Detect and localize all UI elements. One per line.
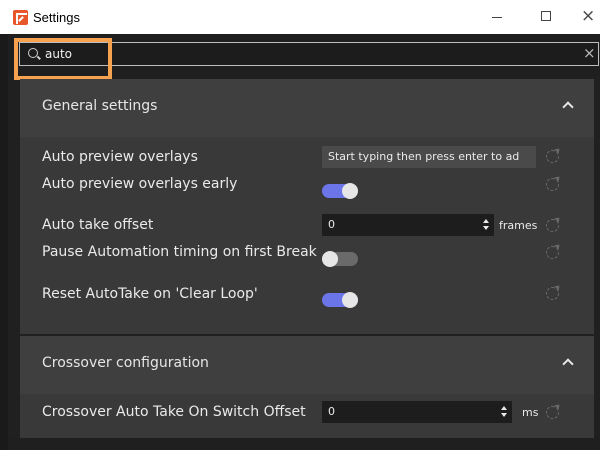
maximize-icon: [541, 11, 551, 21]
panel-title: General settings: [42, 98, 158, 114]
unit-label: frames: [499, 219, 538, 232]
general-settings-header[interactable]: General settings: [20, 79, 594, 137]
setting-label: Auto take offset: [42, 217, 154, 233]
bottom-edge: [8, 438, 600, 450]
chevron-up-icon[interactable]: [562, 358, 574, 370]
reset-icon[interactable]: [546, 150, 559, 163]
toggle-knob: [342, 183, 358, 199]
spinner-arrows-icon[interactable]: [483, 219, 489, 231]
number-value: 0: [328, 405, 335, 418]
close-icon: ×: [581, 6, 596, 26]
reset-icon[interactable]: [546, 287, 559, 300]
setting-label: Auto preview overlays early: [42, 176, 238, 192]
offset-number-input[interactable]: 0: [322, 214, 494, 236]
toggle-switch[interactable]: [322, 251, 358, 267]
setting-label: Crossover Auto Take On Switch Offset: [42, 404, 306, 420]
toggle-switch[interactable]: [322, 183, 358, 199]
number-value: 0: [328, 218, 335, 231]
reset-icon[interactable]: [546, 219, 559, 232]
maximize-button[interactable]: [523, 0, 569, 34]
overlay-text-input[interactable]: Start typing then press enter to ad: [322, 146, 536, 168]
crossover-offset-input[interactable]: 0: [322, 401, 512, 423]
crossover-configuration-header[interactable]: Crossover configuration: [20, 336, 594, 394]
title-bar: Settings ×: [0, 0, 600, 34]
search-input[interactable]: [45, 45, 545, 63]
setting-label: Reset AutoTake on 'Clear Loop': [42, 286, 258, 302]
reset-icon[interactable]: [546, 406, 559, 419]
setting-label: Auto preview overlays: [42, 149, 198, 165]
window-title: Settings: [33, 10, 80, 25]
toggle-switch[interactable]: [322, 292, 358, 308]
search-clear-icon[interactable]: ×: [583, 44, 596, 62]
setting-label: Pause Automation timing on first Break: [42, 244, 317, 260]
chevron-up-icon[interactable]: [562, 101, 574, 113]
spinner-arrows-icon[interactable]: [501, 406, 507, 418]
panel-title: Crossover configuration: [42, 355, 209, 371]
reset-icon[interactable]: [546, 178, 559, 191]
close-button[interactable]: ×: [570, 0, 600, 34]
minimize-button[interactable]: [474, 0, 520, 34]
toggle-knob: [322, 251, 338, 267]
crossover-configuration-panel: Crossover configuration Crossover Auto T…: [20, 336, 594, 438]
app-logo-icon: [13, 10, 28, 25]
unit-label: ms: [522, 406, 539, 419]
minimize-icon: [492, 17, 502, 18]
search-icon: [28, 48, 38, 58]
search-area: ×: [8, 34, 600, 76]
toggle-knob: [342, 292, 358, 308]
search-box[interactable]: ×: [19, 42, 599, 66]
general-settings-panel: General settings Auto preview overlays S…: [20, 79, 594, 334]
left-edge: [0, 34, 8, 450]
reset-icon[interactable]: [546, 246, 559, 259]
